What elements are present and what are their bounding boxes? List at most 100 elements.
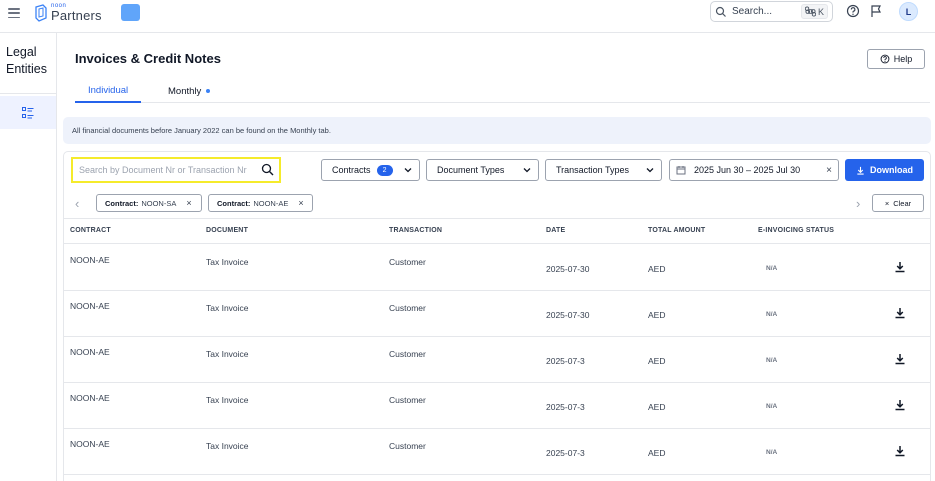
column-header-einvoicing-status: E-INVOICING STATUS	[758, 227, 835, 234]
help-button[interactable]: Help	[867, 49, 925, 69]
download-icon[interactable]	[894, 261, 906, 273]
noon-logo-icon	[35, 3, 47, 22]
column-header-total-amount: TOTAL AMOUNT	[648, 227, 706, 234]
cell-contract: NOON-AE	[70, 347, 110, 357]
cell-contract: NOON-AE	[70, 439, 110, 449]
table-row[interactable]: NOON-AE Tax Invoice Customer 2025-07-3 A…	[64, 383, 930, 429]
document-search-input[interactable]	[79, 165, 254, 175]
download-icon[interactable]	[894, 307, 906, 319]
chip-key: Contract:	[217, 198, 251, 208]
chevron-down-icon	[404, 168, 412, 173]
document-types-dropdown[interactable]: Document Types	[426, 159, 539, 181]
date-range-picker[interactable]: 2025 Jun 30 – 2025 Jul 30 ×	[669, 159, 839, 181]
global-search[interactable]: Search... K	[710, 1, 833, 22]
clear-filters-button[interactable]: × Clear	[872, 194, 924, 212]
chevron-down-icon	[646, 168, 654, 173]
table-row[interactable]: NOON-AE Tax Invoice Customer 2025-07-3 A…	[64, 337, 930, 383]
column-header-transaction: TRANSACTION	[389, 227, 443, 234]
cell-date: 2025-07-3	[546, 448, 585, 458]
app-logo[interactable]: noon Partners	[34, 3, 102, 22]
close-icon[interactable]: ×	[826, 165, 832, 176]
cell-total-amount: AED	[648, 448, 666, 458]
sidebar-item-documents[interactable]	[0, 96, 56, 129]
cell-document: Tax Invoice	[206, 257, 249, 267]
search-shortcut: K	[800, 4, 828, 19]
cell-date: 2025-07-3	[546, 356, 585, 366]
top-bar: noon Partners Search... K L	[0, 0, 935, 33]
sidebar-title-line1: Legal	[6, 45, 37, 59]
cell-transaction: Customer	[389, 441, 426, 451]
help-label: Help	[893, 54, 913, 64]
tab-bar: Individual Monthly	[75, 79, 930, 103]
cell-transaction: Customer	[389, 349, 426, 359]
close-icon[interactable]: ×	[298, 198, 303, 208]
transaction-types-dropdown[interactable]: Transaction Types	[545, 159, 662, 181]
table-header: CONTRACT DOCUMENT TRANSACTION DATE TOTAL…	[64, 219, 930, 244]
logo-big-text: Partners	[51, 8, 102, 23]
help-circle-icon	[880, 54, 890, 64]
tab-individual[interactable]: Individual	[75, 79, 142, 103]
hamburger-icon[interactable]	[8, 8, 20, 18]
cell-date: 2025-07-30	[546, 264, 590, 274]
date-range-value: 2025 Jun 30 – 2025 Jul 30	[694, 165, 801, 175]
flag-icon[interactable]	[869, 4, 883, 18]
help-circle-icon[interactable]	[846, 4, 860, 18]
cell-transaction: Customer	[389, 303, 426, 313]
download-icon[interactable]	[894, 399, 906, 411]
info-banner: All financial documents before January 2…	[63, 117, 931, 144]
download-icon[interactable]	[894, 353, 906, 365]
contracts-dropdown[interactable]: Contracts 2	[321, 159, 420, 181]
app-switcher-button[interactable]	[121, 4, 140, 21]
cell-total-amount: AED	[648, 356, 666, 366]
download-icon[interactable]	[894, 445, 906, 457]
cell-document: Tax Invoice	[206, 303, 249, 313]
search-icon[interactable]	[261, 163, 274, 176]
sidebar-title: Legal Entities	[6, 44, 47, 78]
contracts-count-badge: 2	[376, 164, 393, 176]
cell-date: 2025-07-3	[546, 402, 585, 412]
tab-monthly-label: Monthly	[168, 85, 202, 97]
cell-einvoicing-status: N/A	[766, 449, 778, 456]
contracts-label: Contracts	[332, 165, 371, 175]
chevron-left-icon[interactable]: ‹	[75, 196, 79, 211]
cell-transaction: Customer	[389, 257, 426, 267]
table-row[interactable]: NOON-AE Tax Invoice Customer 2025-07-3 A…	[64, 429, 930, 475]
command-icon	[804, 6, 816, 17]
column-header-date: DATE	[546, 227, 566, 234]
user-avatar[interactable]: L	[899, 2, 918, 21]
tab-monthly-dot	[206, 89, 211, 93]
cell-total-amount: AED	[648, 402, 666, 412]
chip-value: NOON-SA	[141, 198, 177, 208]
cell-total-amount: AED	[648, 310, 666, 320]
download-button[interactable]: Download	[845, 159, 924, 181]
column-header-contract: CONTRACT	[70, 227, 111, 234]
table-row[interactable]: NOON-AE Tax Invoice Customer 2025-07-30 …	[64, 245, 930, 291]
clear-label: Clear	[893, 198, 912, 208]
filter-chip-contract: Contract: NOON-AE ×	[208, 194, 313, 212]
shortcut-key: K	[817, 6, 824, 17]
chevron-right-icon[interactable]: ›	[856, 196, 860, 211]
cell-einvoicing-status: N/A	[766, 265, 778, 272]
page-title: Invoices & Credit Notes	[75, 51, 221, 66]
table-row[interactable]: NOON-AE Tax Invoice Customer 2025-07-30 …	[64, 291, 930, 337]
transaction-types-label: Transaction Types	[556, 165, 630, 175]
column-header-document: DOCUMENT	[206, 227, 249, 234]
document-search-field[interactable]	[71, 157, 281, 183]
sidebar-divider	[0, 93, 56, 94]
close-icon[interactable]: ×	[186, 198, 191, 208]
cell-contract: NOON-AE	[70, 393, 110, 403]
cell-total-amount: AED	[648, 264, 666, 274]
cell-date: 2025-07-30	[546, 310, 590, 320]
cell-einvoicing-status: N/A	[766, 357, 778, 364]
cell-transaction: Customer	[389, 395, 426, 405]
sidebar-title-line2: Entities	[6, 62, 47, 76]
cell-contract: NOON-AE	[70, 255, 110, 265]
download-label: Download	[870, 165, 913, 175]
cell-contract: NOON-AE	[70, 301, 110, 311]
cell-document: Tax Invoice	[206, 441, 249, 451]
cell-document: Tax Invoice	[206, 349, 249, 359]
tab-monthly[interactable]: Monthly	[168, 79, 211, 103]
filter-chip-contract: Contract: NOON-SA ×	[96, 194, 202, 212]
download-icon	[857, 166, 864, 175]
calendar-icon	[676, 166, 686, 175]
